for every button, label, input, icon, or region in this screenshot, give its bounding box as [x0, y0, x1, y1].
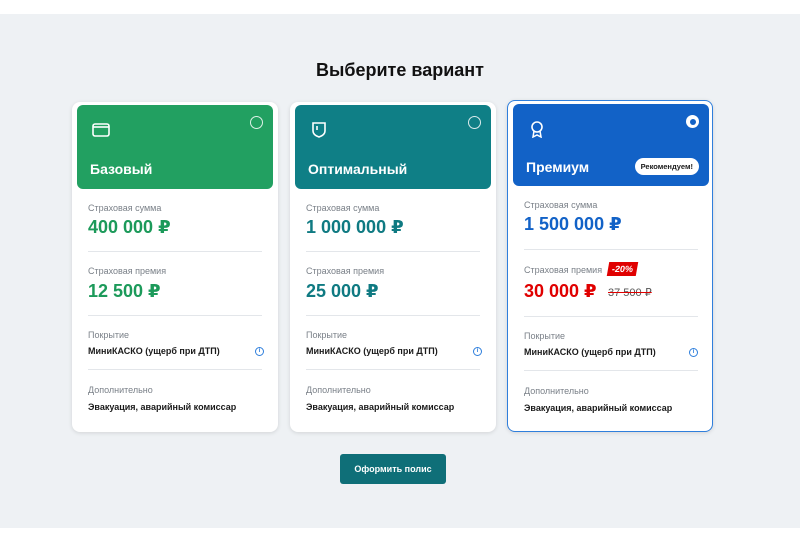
premium-value: 25 000 ₽ [306, 281, 379, 301]
premium-value: 12 500 ₽ [88, 281, 161, 301]
award-icon [531, 121, 543, 138]
sum-label: Страховая сумма [88, 203, 162, 213]
plan-radio[interactable] [250, 116, 263, 129]
sum-value: 400 000 ₽ [88, 217, 171, 237]
plan-radio[interactable] [468, 116, 481, 129]
shield-icon [312, 122, 326, 138]
divider [306, 315, 480, 316]
plan-card-premium[interactable]: Премиум Рекомендуем! Страховая сумма 1 5… [507, 100, 713, 432]
page-title: Выберите вариант [316, 60, 484, 80]
old-premium: 37 500 ₽ [608, 287, 652, 299]
plan-card-basic[interactable]: Базовый Страховая сумма 400 000 ₽ Страхо… [72, 102, 278, 432]
plan-header: Оптимальный [295, 105, 491, 189]
divider [524, 370, 698, 371]
extra-value: Эвакуация, аварийный комиссар [306, 402, 455, 412]
premium-label: Страховая премия [306, 266, 385, 276]
extra-label: Дополнительно [88, 385, 153, 395]
premium-value: 30 000 ₽ [524, 281, 597, 301]
sum-value: 1 500 000 ₽ [524, 214, 622, 234]
extra-value: Эвакуация, аварийный комиссар [524, 403, 673, 413]
plan-name: Оптимальный [308, 161, 408, 177]
sum-label: Страховая сумма [524, 200, 598, 210]
divider [88, 251, 262, 252]
plan-radio[interactable] [686, 115, 699, 128]
divider [524, 316, 698, 317]
info-icon[interactable]: i [473, 347, 482, 356]
plan-name: Премиум [526, 159, 590, 175]
extra-label: Дополнительно [524, 386, 589, 396]
premium-label: Страховая премия [524, 265, 603, 275]
divider [88, 369, 262, 370]
extra-label: Дополнительно [306, 385, 371, 395]
coverage-label: Покрытие [306, 330, 348, 340]
coverage-value: МиниКАСКО (ущерб при ДТП) [524, 347, 656, 357]
plan-header: Премиум Рекомендуем! [513, 104, 709, 186]
info-icon[interactable]: i [255, 347, 264, 356]
plan-name: Базовый [90, 161, 153, 177]
coverage-label: Покрытие [524, 331, 566, 341]
divider [306, 369, 480, 370]
coverage-value: МиниКАСКО (ущерб при ДТП) [306, 346, 438, 356]
info-icon[interactable]: i [689, 348, 698, 357]
sum-label: Страховая сумма [306, 203, 380, 213]
premium-label: Страховая премия [88, 266, 167, 276]
discount-badge: -20% [606, 262, 639, 276]
divider [88, 315, 262, 316]
submit-policy-button[interactable]: Оформить полис [340, 454, 446, 484]
divider [306, 251, 480, 252]
coverage-value: МиниКАСКО (ущерб при ДТП) [88, 346, 220, 356]
coverage-label: Покрытие [88, 330, 130, 340]
extra-value: Эвакуация, аварийный комиссар [88, 402, 237, 412]
recommended-badge: Рекомендуем! [634, 158, 699, 175]
divider [524, 249, 698, 250]
plan-card-optimal[interactable]: Оптимальный Страховая сумма 1 000 000 ₽ … [290, 102, 496, 432]
sum-value: 1 000 000 ₽ [306, 217, 404, 237]
plan-header: Базовый [77, 105, 273, 189]
wallet-icon [92, 123, 110, 137]
